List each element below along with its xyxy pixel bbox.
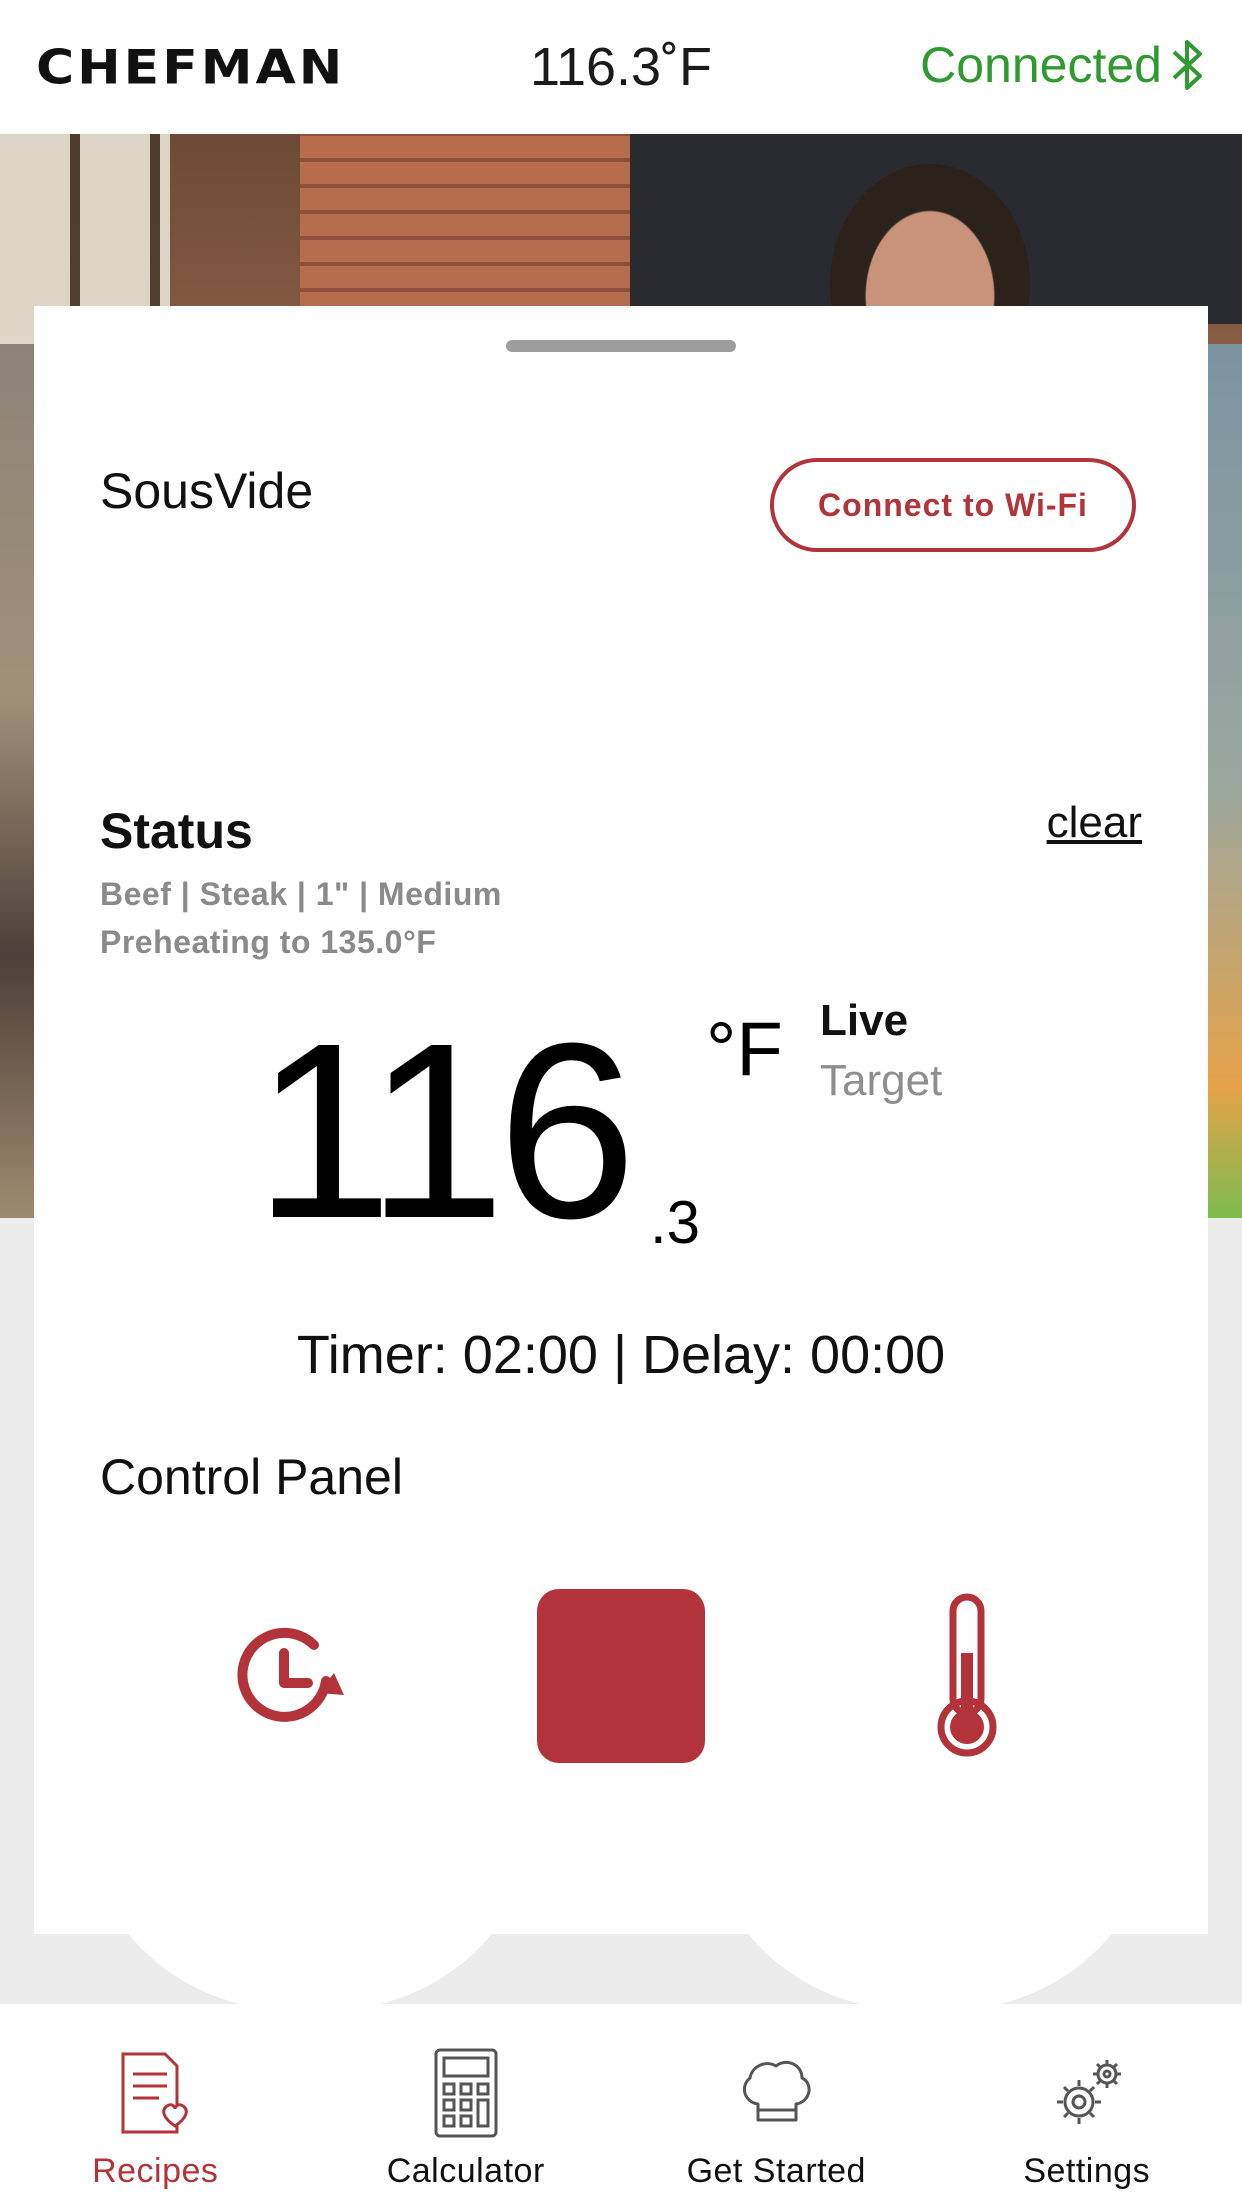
photo-right-edge bbox=[1206, 344, 1242, 1218]
connect-wifi-button[interactable]: Connect to Wi-Fi bbox=[770, 458, 1136, 552]
chef-hat-icon bbox=[743, 2061, 811, 2122]
gear-icon bbox=[1056, 2060, 1121, 2124]
stop-square-icon bbox=[537, 1589, 705, 1763]
timer-button[interactable] bbox=[202, 1586, 372, 1766]
preheat-status: Preheating to 135.0°F bbox=[100, 924, 437, 960]
tab-settings-label: Settings bbox=[1023, 2152, 1151, 2190]
temperature-integer: 116 bbox=[254, 991, 637, 1270]
top-bar: CHEFMAN 116.3˚F Connected bbox=[0, 0, 1242, 134]
timer-delay-readout: Timer: 02:00 | Delay: 00:00 bbox=[296, 1325, 946, 1385]
temperature-button[interactable] bbox=[882, 1586, 1052, 1766]
status-heading: Status bbox=[100, 803, 253, 859]
device-title: SousVide bbox=[100, 463, 314, 519]
clock-timer-icon bbox=[237, 1627, 344, 1722]
drag-handle[interactable] bbox=[506, 340, 736, 352]
connection-label: Connected bbox=[920, 37, 1162, 93]
temperature-unit: °F bbox=[706, 1007, 783, 1092]
photo-bricks bbox=[300, 134, 630, 314]
tab-get-started-label: Get Started bbox=[686, 2152, 866, 2190]
connection-status[interactable]: Connected bbox=[920, 36, 1208, 94]
sous-vide-card: SousVide Connect to Wi-Fi Status clear B… bbox=[34, 306, 1208, 1934]
control-panel-heading: Control Panel bbox=[100, 1449, 403, 1505]
mode-live-toggle[interactable]: Live bbox=[820, 996, 908, 1046]
photo-left-edge bbox=[0, 344, 34, 1218]
tab-get-started[interactable]: Get Started bbox=[621, 2004, 932, 2208]
bottom-tab-bar: Recipes Calculator Get Started Settings bbox=[0, 2004, 1242, 2208]
calculator-icon bbox=[434, 2048, 498, 2138]
clear-link[interactable]: clear bbox=[1047, 798, 1142, 848]
recipes-icon bbox=[121, 2052, 189, 2134]
bluetooth-icon bbox=[1172, 40, 1202, 90]
stop-button[interactable] bbox=[536, 1586, 706, 1766]
tab-recipes-label: Recipes bbox=[92, 2152, 219, 2190]
tab-recipes[interactable]: Recipes bbox=[0, 2004, 311, 2208]
mode-target-toggle[interactable]: Target bbox=[820, 1056, 942, 1106]
thermometer-icon bbox=[937, 1593, 997, 1757]
tab-settings[interactable]: Settings bbox=[932, 2004, 1242, 2208]
tab-calculator-label: Calculator bbox=[386, 2152, 545, 2190]
tab-calculator[interactable]: Calculator bbox=[311, 2004, 622, 2208]
recipe-summary: Beef | Steak | 1" | Medium bbox=[100, 876, 502, 912]
temperature-decimal: .3 bbox=[650, 1189, 701, 1256]
